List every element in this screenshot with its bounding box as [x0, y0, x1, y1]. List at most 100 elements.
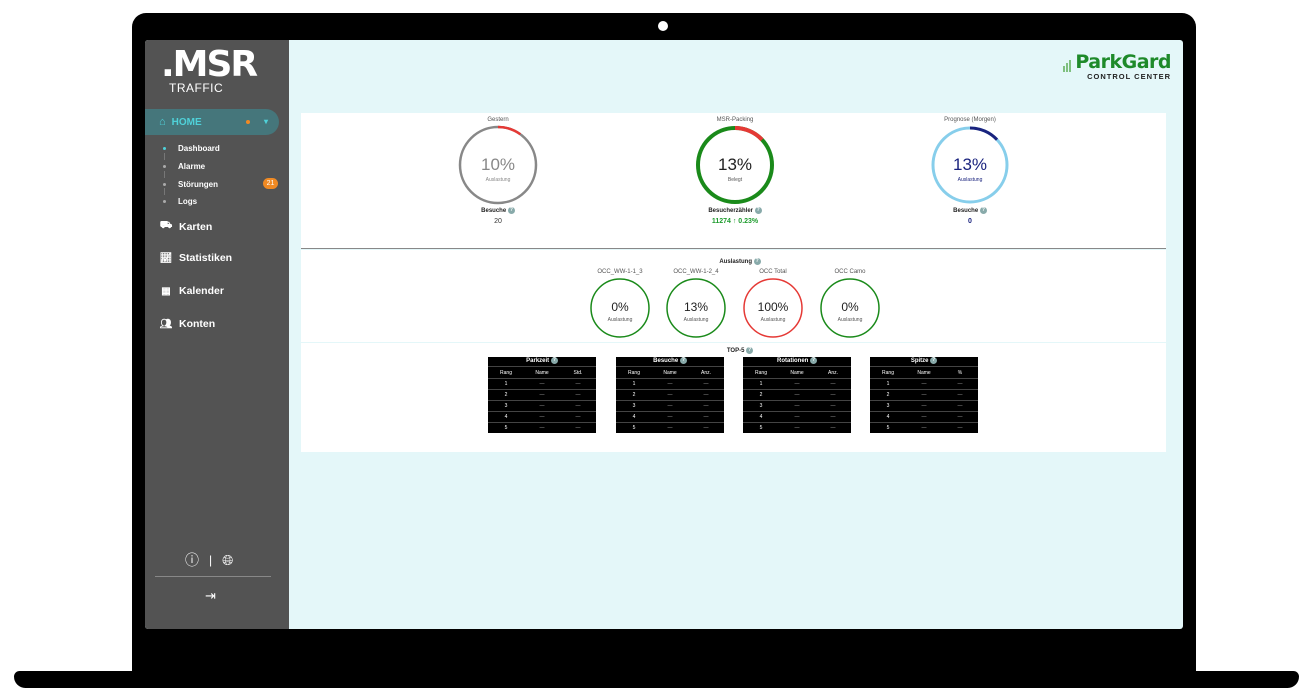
sidebar-item-alarme[interactable]: Alarme [163, 153, 205, 171]
table-cell: — [830, 403, 836, 409]
home-icon: ⌂ [159, 116, 166, 128]
sidebar-item-label: Statistiken [179, 252, 233, 264]
sidebar-item-label: Kalender [179, 285, 224, 297]
sidebar-item-konten[interactable]: 👥︎ Konten [159, 318, 216, 330]
table-title: Parkzeit ? [526, 357, 558, 365]
table-cell: — [667, 403, 673, 409]
sidebar-item-statistiken[interactable]: 📈︎ Statistiken [159, 252, 232, 264]
table-title: Besuche ? [653, 357, 687, 365]
table-header-row: Rang Name Std. [488, 366, 596, 378]
chevron-down-icon[interactable]: ▾ [264, 117, 268, 126]
sidebar-item-logs[interactable]: Logs [163, 188, 198, 206]
table-row[interactable]: 1 — — [488, 378, 596, 389]
help-icon[interactable]: ? [507, 207, 515, 214]
table-row[interactable]: 2 — — [616, 389, 724, 400]
table-cell: — [667, 392, 673, 398]
table-row[interactable]: 3 — — [488, 400, 596, 411]
gauge-prognose: Prognose (Morgen) 13% Auslastung Besuche… [928, 117, 1012, 225]
msr-traffic-logo[interactable]: .MSR TRAFFIC [161, 44, 271, 95]
table-row[interactable]: 5 — — [616, 422, 724, 433]
info-icon[interactable]: ⓘ [185, 550, 199, 570]
sidebar-item-stoerungen[interactable]: Störungen [163, 171, 218, 189]
table-row[interactable]: 1 — — [870, 378, 978, 389]
table-cell: — [539, 425, 545, 431]
table-row[interactable]: 5 — — [743, 422, 851, 433]
gauge-value: 100% [757, 300, 789, 314]
table-cell: — [575, 425, 581, 431]
sidebar-item-label: Karten [179, 220, 213, 233]
gauge-sub: Auslastung [760, 317, 786, 323]
help-icon[interactable]: ? [979, 207, 987, 214]
gauge-title: OCC Total [759, 269, 787, 275]
gauge-value: 0% [611, 300, 629, 314]
table-header-row: Rang Name Anz. [743, 366, 851, 378]
help-icon[interactable]: ? [930, 357, 938, 364]
table-cell: — [794, 392, 800, 398]
table-header-row: Rang Name% [870, 366, 978, 378]
gauge-title: OCC_WW-1-1_3 [597, 269, 643, 275]
table-row[interactable]: 5 — — [870, 422, 978, 433]
table-cell: 3 [632, 403, 636, 409]
table-row[interactable]: 2 — — [743, 389, 851, 400]
help-icon[interactable]: ? [746, 347, 754, 354]
globe-icon[interactable]: 🌐︎ [222, 552, 233, 569]
table-cell: — [830, 414, 836, 420]
gauge-occ-total: OCC Total 100% Auslastung [740, 269, 806, 339]
table-cell: 3 [759, 403, 763, 409]
table-cell: — [703, 403, 709, 409]
logo-msr: .MSR [161, 44, 258, 85]
table-row[interactable]: 4 — — [488, 411, 596, 422]
logout-icon[interactable]: ⇥ [205, 588, 216, 604]
sidebar-item-kalender[interactable]: ▦ Kalender [159, 285, 224, 297]
sidebar: .MSR TRAFFIC ⌂ HOME ▾ Dashboard Alarme S… [145, 40, 289, 629]
sidebar-item-label: Logs [178, 197, 198, 206]
sidebar-item-dashboard[interactable]: Dashboard [163, 144, 220, 153]
gauge-value: 10% [480, 155, 516, 174]
top5-table-besuche: Besuche ? Rang Name Anz. 1 — — 2 — — 3 — — 4 — — 5 — — [616, 357, 724, 433]
home-status-dot [246, 120, 250, 124]
help-icon[interactable]: ? [753, 258, 761, 265]
calendar-icon: ▦ [161, 285, 171, 297]
table-row[interactable]: 5 — — [488, 422, 596, 433]
help-icon[interactable]: ? [550, 357, 558, 364]
chart-icon: 📈︎ [159, 252, 173, 264]
table-cell: — [830, 392, 836, 398]
table-row[interactable]: 4 — — [870, 411, 978, 422]
table-cell: 1 [759, 381, 763, 387]
gauge-sub: Auslastung [683, 317, 709, 323]
gauge-bottom-label: Besuche [953, 208, 979, 215]
gauge-sub: Auslastung [485, 177, 511, 183]
gauge-gestern: Gestern 10% Auslastung Besuche ? 20 [456, 117, 540, 225]
table-cell: — [921, 392, 927, 398]
table-cell: — [830, 381, 836, 387]
column-header: Std. [573, 369, 583, 376]
table-row[interactable]: 1 — — [616, 378, 724, 389]
table-row[interactable]: 4 — — [616, 411, 724, 422]
table-cell: — [575, 414, 581, 420]
table-cell: — [921, 414, 927, 420]
table-cell: — [575, 381, 581, 387]
table-cell: 2 [632, 392, 636, 398]
table-row[interactable]: 4 — — [743, 411, 851, 422]
table-row[interactable]: 1 — — [743, 378, 851, 389]
sidebar-item-karten[interactable]: ⛟ Karten [159, 220, 213, 233]
help-icon[interactable]: ? [810, 357, 817, 364]
table-row[interactable]: 2 — — [870, 389, 978, 400]
bullet-icon [163, 183, 166, 186]
table-row[interactable]: 3 — — [743, 400, 851, 411]
table-cell: — [957, 403, 963, 409]
table-row[interactable]: 2 — — [488, 389, 596, 400]
table-cell: 2 [886, 392, 890, 398]
table-cell: 3 [504, 403, 508, 409]
nav-home[interactable]: ⌂ HOME ▾ [145, 109, 279, 135]
divider [301, 248, 1166, 249]
column-header: Rang [755, 369, 767, 376]
help-icon[interactable]: ? [679, 357, 687, 364]
help-icon[interactable]: ? [754, 207, 762, 214]
table-cell: 4 [759, 414, 763, 420]
table-row[interactable]: 3 — — [616, 400, 724, 411]
sidebar-item-label: Dashboard [178, 144, 220, 153]
table-cell: — [957, 425, 963, 431]
table-row[interactable]: 3 — — [870, 400, 978, 411]
laptop-base [14, 671, 1299, 688]
